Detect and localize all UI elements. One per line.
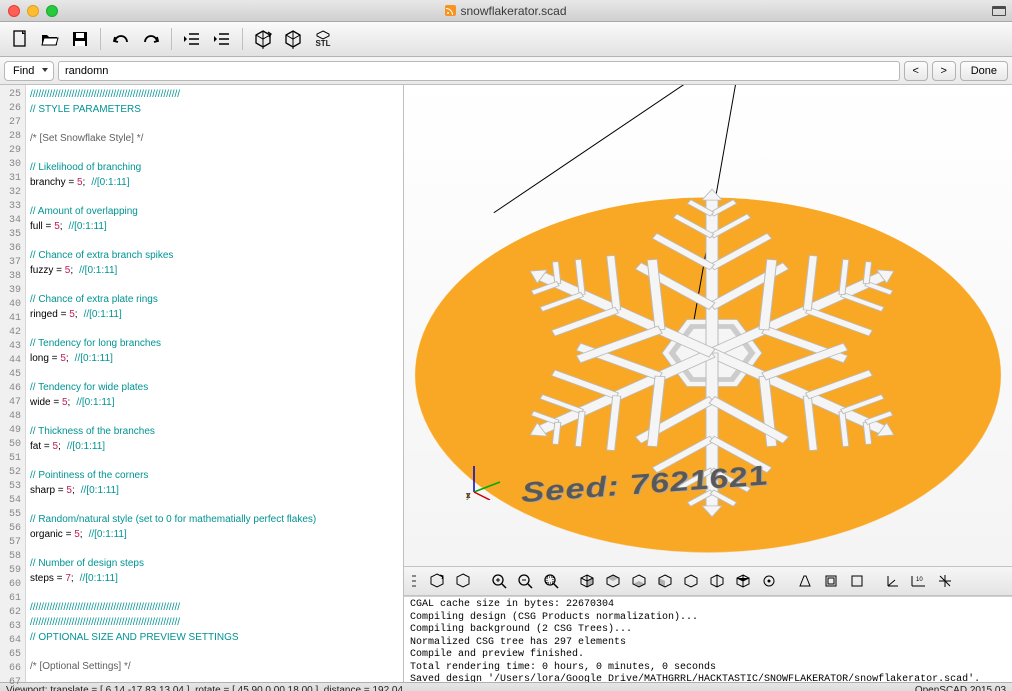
perspective-icon[interactable]: [792, 569, 818, 593]
status-bar: Viewport: translate = [ 6.14 -17.83 13.0…: [0, 682, 1012, 691]
window-titlebar: snowflakerator.scad: [0, 0, 1012, 22]
zoom-fit-icon[interactable]: [538, 569, 564, 593]
close-window-icon[interactable]: [8, 5, 20, 17]
export-stl-button[interactable]: STL: [309, 25, 337, 53]
minimize-window-icon[interactable]: [27, 5, 39, 17]
view-front-icon[interactable]: [678, 569, 704, 593]
line-gutter: 25 26 27 28 29 30 31 32 33 34 35 36 37 3…: [0, 85, 26, 682]
view-center-icon[interactable]: [756, 569, 782, 593]
zoom-in-icon[interactable]: [486, 569, 512, 593]
maximize-icon[interactable]: [992, 6, 1006, 16]
indent-button[interactable]: [208, 25, 236, 53]
zoom-out-icon[interactable]: [512, 569, 538, 593]
code-editor[interactable]: 25 26 27 28 29 30 31 32 33 34 35 36 37 3…: [0, 85, 404, 682]
axis-x-label: x: [466, 490, 471, 500]
find-input[interactable]: [58, 61, 900, 81]
preview-icon[interactable]: [424, 569, 450, 593]
window-title: snowflakerator.scad: [460, 4, 566, 18]
open-file-button[interactable]: [36, 25, 64, 53]
preview-button[interactable]: [249, 25, 277, 53]
app-version: OpenSCAD 2015.03: [915, 685, 1006, 691]
undo-button[interactable]: [107, 25, 135, 53]
console-output[interactable]: CGAL cache size in bytes: 22670304 Compi…: [404, 596, 1012, 682]
snowflake-model: [432, 103, 992, 566]
toolbar-handle-icon[interactable]: [412, 573, 418, 589]
stl-label: STL: [315, 40, 330, 48]
zoom-window-icon[interactable]: [46, 5, 58, 17]
unindent-button[interactable]: [178, 25, 206, 53]
wireframe-icon[interactable]: [844, 569, 870, 593]
redo-button[interactable]: [137, 25, 165, 53]
save-file-button[interactable]: [66, 25, 94, 53]
render-icon[interactable]: [450, 569, 476, 593]
new-file-button[interactable]: [6, 25, 34, 53]
code-area[interactable]: ////////////////////////////////////////…: [26, 85, 403, 682]
render-button[interactable]: [279, 25, 307, 53]
show-scale-icon[interactable]: 10: [906, 569, 932, 593]
view-bottom-icon[interactable]: [626, 569, 652, 593]
show-edges-icon[interactable]: [932, 569, 958, 593]
find-next-button[interactable]: >: [932, 61, 956, 81]
document-icon: [445, 5, 456, 16]
view-diagonal-icon[interactable]: [730, 569, 756, 593]
axis-gizmo: z y x: [466, 460, 506, 500]
find-prev-button[interactable]: <: [904, 61, 928, 81]
show-axes-icon[interactable]: [880, 569, 906, 593]
viewport-status: Viewport: translate = [ 6.14 -17.83 13.0…: [6, 685, 403, 691]
view-left-icon[interactable]: [652, 569, 678, 593]
view-top-icon[interactable]: [600, 569, 626, 593]
find-mode-select[interactable]: Find: [4, 61, 54, 81]
orthogonal-icon[interactable]: [818, 569, 844, 593]
3d-viewport[interactable]: Seed: 7621621 z y x: [404, 85, 1012, 566]
view-back-icon[interactable]: [704, 569, 730, 593]
view-toolbar: 10: [404, 566, 1012, 596]
main-toolbar: STL: [0, 22, 1012, 57]
find-done-button[interactable]: Done: [960, 61, 1008, 81]
view-right-icon[interactable]: [574, 569, 600, 593]
svg-text:10: 10: [916, 577, 923, 583]
find-bar: Find < > Done: [0, 57, 1012, 85]
